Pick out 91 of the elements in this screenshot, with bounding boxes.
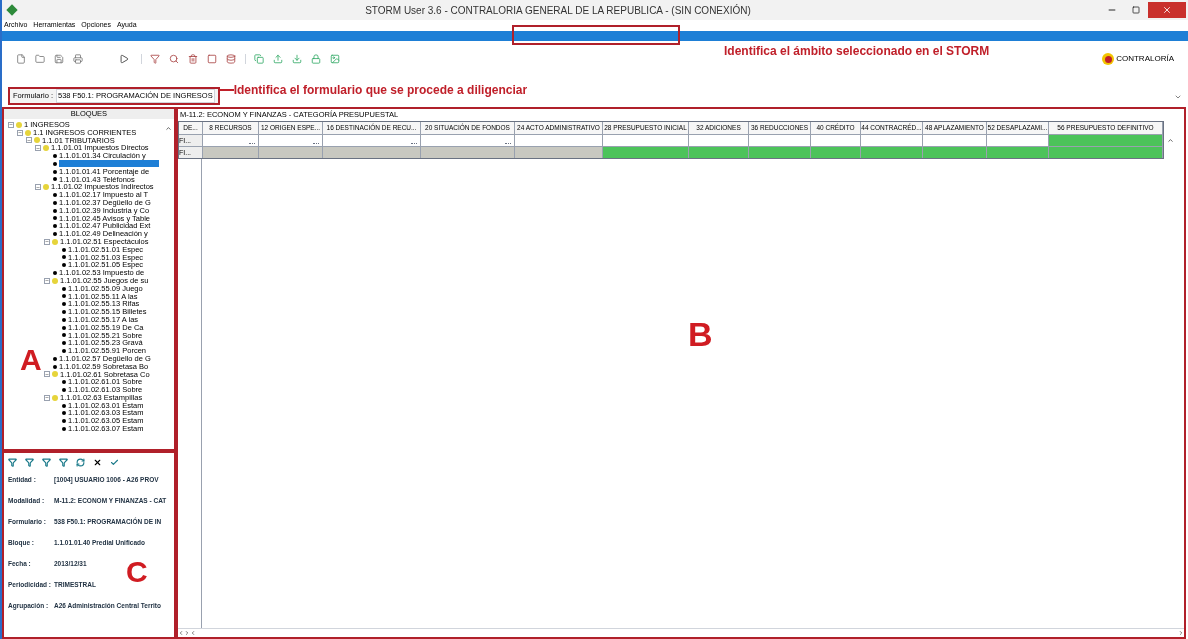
table-cell[interactable] — [861, 147, 923, 158]
toolbar-button[interactable] — [226, 54, 236, 64]
scroll-up-icon[interactable] — [165, 125, 172, 132]
table-cell[interactable] — [323, 147, 421, 158]
bullet-icon — [62, 403, 66, 408]
app-icon — [6, 4, 18, 16]
tree-item[interactable] — [59, 160, 159, 168]
table-cell[interactable] — [987, 147, 1049, 158]
collapse-icon[interactable] — [26, 137, 32, 144]
toolbar-button[interactable] — [254, 54, 264, 64]
toolbar-button[interactable] — [150, 54, 160, 64]
region-label: B — [688, 314, 713, 355]
table-cell[interactable] — [603, 147, 689, 158]
toolbar-button[interactable] — [119, 54, 129, 64]
toolbar-button[interactable] — [273, 54, 283, 64]
collapse-icon[interactable] — [35, 184, 41, 191]
table-cell[interactable] — [203, 147, 259, 158]
check-icon[interactable] — [110, 457, 119, 467]
bullet-icon — [62, 419, 66, 424]
toolbar-button[interactable] — [330, 54, 340, 64]
bullet-icon — [62, 388, 66, 392]
filter-icon[interactable] — [42, 457, 51, 467]
bullet-icon — [62, 341, 66, 346]
bullet-icon — [53, 356, 57, 361]
bullet-icon — [62, 247, 66, 252]
annotation-text: Identifica el ámbito seleccionado en el STORM — [724, 43, 990, 60]
region-label: C — [126, 557, 148, 587]
filter-icon[interactable] — [8, 457, 17, 467]
collapse-icon[interactable] — [17, 129, 23, 136]
logo-icon — [1102, 53, 1115, 65]
bullet-icon — [62, 426, 66, 431]
bullet-icon — [53, 271, 57, 276]
bullet-icon — [62, 255, 66, 260]
table-cell[interactable] — [811, 147, 861, 158]
maximize-icon[interactable] — [1132, 6, 1140, 14]
bullet-icon — [62, 411, 66, 416]
bullet-icon — [62, 286, 66, 291]
bullet-icon — [53, 364, 57, 369]
bullet-icon — [62, 310, 66, 314]
collapse-icon[interactable] — [44, 394, 50, 401]
table-cell[interactable] — [1049, 147, 1163, 158]
scroll-right-icon[interactable] — [1178, 630, 1184, 636]
toolbar-button[interactable] — [35, 54, 45, 64]
collapse-icon[interactable] — [44, 277, 50, 284]
bullet-icon — [62, 333, 66, 338]
region-label: A — [20, 345, 42, 375]
bullet-icon — [62, 325, 66, 330]
filter-icon[interactable] — [25, 457, 34, 467]
bullet-icon — [62, 302, 66, 307]
filter-icon[interactable] — [59, 457, 68, 467]
table-cell[interactable] — [259, 147, 323, 158]
bullet-icon — [53, 224, 57, 229]
bullet-icon — [62, 349, 66, 353]
bullet-icon — [53, 193, 57, 198]
bullet-icon — [62, 317, 66, 322]
toolbar-button[interactable] — [207, 54, 217, 64]
bullet-icon — [53, 161, 57, 166]
toolbar-button[interactable] — [188, 54, 198, 64]
toolbar-button[interactable] — [311, 54, 321, 64]
toolbar-button[interactable] — [54, 54, 64, 64]
collapse-icon[interactable] — [35, 145, 41, 152]
bullet-icon — [53, 232, 57, 237]
bullet-icon — [53, 208, 57, 213]
bullet-icon — [62, 380, 66, 385]
table-cell[interactable] — [923, 147, 987, 158]
bullet-icon — [53, 216, 57, 221]
toolbar-button[interactable] — [292, 54, 302, 64]
table-cell[interactable] — [689, 147, 749, 158]
scroll-right-icon[interactable] — [184, 630, 190, 636]
table-cell[interactable] — [749, 147, 811, 158]
collapse-icon[interactable] — [44, 238, 50, 245]
collapse-icon[interactable] — [8, 121, 14, 128]
bullet-icon — [62, 263, 66, 268]
table-cell[interactable] — [1049, 135, 1163, 146]
bullet-icon — [53, 200, 57, 205]
refresh-icon[interactable] — [76, 457, 85, 467]
table-cell[interactable] — [515, 147, 603, 158]
bullet-icon — [62, 294, 66, 299]
toolbar-button[interactable] — [169, 54, 179, 64]
close-icon[interactable] — [93, 457, 102, 467]
bullet-icon — [53, 169, 57, 174]
table-cell[interactable] — [421, 147, 515, 158]
toolbar-button[interactable] — [73, 54, 83, 64]
bullet-icon — [53, 154, 57, 159]
logo-text: CONTRALORÍA — [1116, 53, 1174, 65]
bullet-icon — [53, 177, 57, 182]
collapse-icon[interactable] — [44, 371, 50, 378]
toolbar-button[interactable] — [16, 54, 26, 64]
window-title: STORM User 3.6 - CONTRALORIA GENERAL DE LA REPUBLICA - (SIN CONEXIÓN) — [364, 3, 752, 18]
annotation-text: Identifica el formulario que se procede a diligenciar — [233, 82, 528, 99]
close-icon — [1162, 5, 1172, 15]
